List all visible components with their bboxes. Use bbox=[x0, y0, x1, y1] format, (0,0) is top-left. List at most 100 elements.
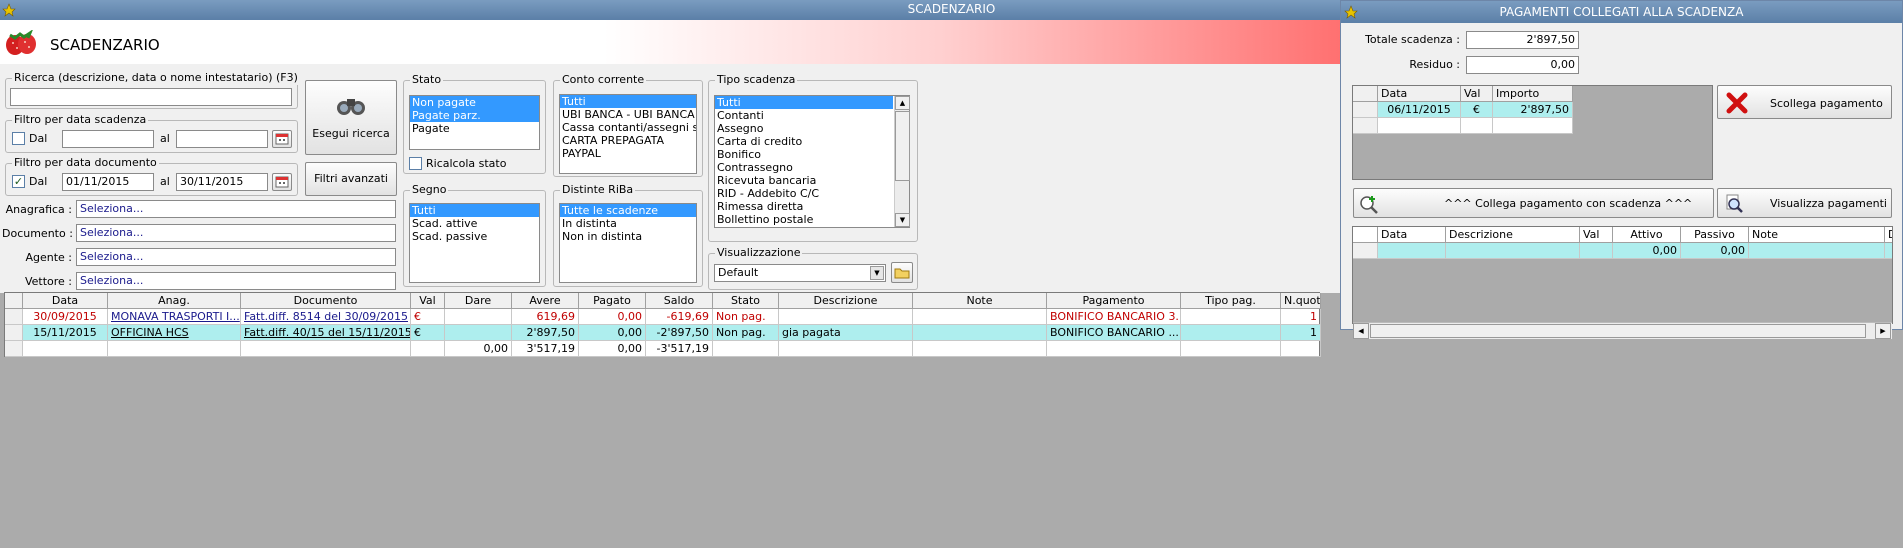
table-row[interactable]: 30/09/2015 MONAVA TRASPORTI I... Fatt.diff… bbox=[5, 309, 1321, 325]
scroll-left-icon[interactable]: ◀ bbox=[1353, 323, 1369, 339]
tipo-option[interactable]: RID - Addebito C/C bbox=[715, 187, 893, 200]
horizontal-scrollbar[interactable]: ◀ ▶ bbox=[1353, 322, 1892, 339]
due-to-input[interactable] bbox=[176, 130, 268, 148]
search-button[interactable]: Esegui ricerca bbox=[305, 80, 397, 155]
tipo-listbox[interactable]: Tutti Contanti Assegno Carta di credito Boni… bbox=[714, 95, 910, 228]
stato-option[interactable]: Non pagate bbox=[410, 96, 539, 109]
scroll-up-icon[interactable]: ▲ bbox=[895, 96, 910, 110]
scroll-thumb[interactable] bbox=[895, 111, 910, 181]
col-header-stato[interactable]: Stato bbox=[713, 293, 779, 309]
cell-documento[interactable]: Fatt.diff. 8514 del 30/09/2015 bbox=[241, 309, 411, 325]
col-header-dare[interactable]: Dare bbox=[445, 293, 512, 309]
tipo-option[interactable]: Contrassegno bbox=[715, 161, 893, 174]
payments-col-attivo[interactable]: Attivo bbox=[1613, 227, 1681, 243]
tipo-option[interactable]: Ricevuta bancaria bbox=[715, 174, 893, 187]
payments-row[interactable]: 0,00 0,00 bbox=[1353, 243, 1892, 259]
anagrafica-select[interactable]: Seleziona... bbox=[76, 200, 396, 218]
segno-option[interactable]: Scad. passive bbox=[410, 230, 539, 243]
linked-row[interactable]: 06/11/2015 €2'897,50 bbox=[1353, 102, 1573, 118]
doc-calendar-icon[interactable] bbox=[272, 173, 292, 191]
col-header-descrizione[interactable]: Descrizione bbox=[779, 293, 913, 309]
col-header-documento[interactable]: Documento bbox=[241, 293, 411, 309]
tipo-option[interactable]: Carta di credito bbox=[715, 135, 893, 148]
table-row[interactable]: 0,00 3'517,19 0,00 -3'517,19 bbox=[5, 341, 1321, 357]
payments-col-data[interactable]: Data bbox=[1378, 227, 1446, 243]
documento-select[interactable]: Seleziona... bbox=[76, 224, 396, 242]
payments-col-passivo[interactable]: Passivo bbox=[1681, 227, 1749, 243]
scroll-right-icon[interactable]: ▶ bbox=[1875, 323, 1891, 339]
linked-payments-grid[interactable]: Data Val Importo 06/11/2015 €2'897,50 bbox=[1352, 85, 1713, 180]
col-header-note[interactable]: Note bbox=[913, 293, 1047, 309]
due-date-checkbox[interactable] bbox=[12, 132, 25, 145]
payments-list-grid[interactable]: DataDescrizioneValAttivoPassivoNoteDa0,0… bbox=[1352, 226, 1893, 324]
payments-col-da[interactable]: Da bbox=[1885, 227, 1892, 243]
doc-from-input[interactable]: 01/11/2015 bbox=[62, 173, 154, 191]
distinte-option[interactable]: Non in distinta bbox=[560, 230, 696, 243]
stato-option[interactable]: Pagate parz. bbox=[410, 109, 539, 122]
col-header-val[interactable]: Val bbox=[411, 293, 445, 309]
linked-col-row-marker[interactable] bbox=[1353, 86, 1378, 102]
col-header-data[interactable]: Data bbox=[23, 293, 108, 309]
col-header-row-marker[interactable] bbox=[5, 293, 23, 309]
stato-option[interactable]: Pagate bbox=[410, 122, 539, 135]
conto-option[interactable]: Cassa contanti/assegni sede bbox=[560, 121, 696, 134]
folder-icon[interactable] bbox=[891, 262, 913, 283]
payments-col-row-marker[interactable] bbox=[1353, 227, 1378, 243]
segno-option[interactable]: Tutti bbox=[410, 204, 539, 217]
cell-documento[interactable] bbox=[241, 341, 411, 357]
tipo-option[interactable]: Assegno bbox=[715, 122, 893, 135]
tipo-option[interactable]: Tutti bbox=[715, 96, 893, 109]
recalc-checkbox[interactable] bbox=[409, 157, 422, 170]
segno-option[interactable]: Scad. attive bbox=[410, 217, 539, 230]
doc-date-checkbox[interactable]: ✓ bbox=[12, 175, 25, 188]
tipo-option[interactable]: Contanti bbox=[715, 109, 893, 122]
distinte-option[interactable]: In distinta bbox=[560, 217, 696, 230]
conto-option[interactable]: Tutti bbox=[560, 95, 696, 108]
vettore-select[interactable]: Seleziona... bbox=[76, 272, 396, 290]
segno-listbox[interactable]: Tutti Scad. attive Scad. passive bbox=[409, 203, 540, 283]
distinte-listbox[interactable]: Tutte le scadenze In distinta Non in disti… bbox=[559, 203, 697, 283]
tipo-option[interactable]: Rimessa diretta bbox=[715, 200, 893, 213]
conto-listbox[interactable]: Tutti UBI BANCA - UBI BANCA Cassa contanti… bbox=[559, 94, 697, 174]
linked-col-importo[interactable]: Importo bbox=[1493, 86, 1573, 102]
h-scroll-thumb[interactable] bbox=[1370, 324, 1866, 338]
visual-select[interactable]: Default ▼ bbox=[714, 264, 886, 282]
col-header-pagamento[interactable]: Pagamento bbox=[1047, 293, 1181, 309]
table-row[interactable]: 15/11/2015 OFFICINA HCS Fatt.diff. 40/15 d… bbox=[5, 325, 1321, 341]
unlink-payment-button[interactable]: Scollega pagamento bbox=[1717, 85, 1892, 119]
cell-anag[interactable]: MONAVA TRASPORTI I... bbox=[108, 309, 241, 325]
conto-option[interactable]: PAYPAL bbox=[560, 147, 696, 160]
conto-option[interactable]: CARTA PREPAGATA bbox=[560, 134, 696, 147]
col-header-saldo[interactable]: Saldo bbox=[646, 293, 713, 309]
linked-cell-val: € bbox=[1461, 102, 1493, 118]
due-from-input[interactable] bbox=[62, 130, 154, 148]
cell-anag[interactable] bbox=[108, 341, 241, 357]
col-header-tipo-pag[interactable]: Tipo pag. bbox=[1181, 293, 1281, 309]
due-calendar-icon[interactable] bbox=[272, 130, 292, 148]
payments-col-descrizione[interactable]: Descrizione bbox=[1446, 227, 1580, 243]
stato-listbox[interactable]: Non pagate Pagate parz. Pagate bbox=[409, 95, 540, 150]
doc-to-input[interactable]: 30/11/2015 bbox=[176, 173, 268, 191]
scadenze-table[interactable]: Data Anag. Documento Val Dare Avere Pagato Sald… bbox=[4, 292, 1321, 357]
link-payment-button[interactable]: ^^^ Collega pagamento con scadenza ^^^ bbox=[1353, 188, 1714, 218]
col-header-pagato[interactable]: Pagato bbox=[579, 293, 646, 309]
cell-documento[interactable]: Fatt.diff. 40/15 del 15/11/2015 bbox=[241, 325, 411, 341]
payments-col-note[interactable]: Note bbox=[1749, 227, 1885, 243]
view-payments-button[interactable]: Visualizza pagamenti bbox=[1717, 188, 1892, 218]
tipo-option[interactable]: Bonifico bbox=[715, 148, 893, 161]
linked-col-data[interactable]: Data bbox=[1378, 86, 1461, 102]
agente-select[interactable]: Seleziona... bbox=[76, 248, 396, 266]
col-header-avere[interactable]: Avere bbox=[512, 293, 579, 309]
advanced-filters-button[interactable]: Filtri avanzati bbox=[305, 162, 397, 196]
cell-anag[interactable]: OFFICINA HCS bbox=[108, 325, 241, 341]
col-header-n-quota[interactable]: N.quota bbox=[1281, 293, 1321, 309]
col-header-anag[interactable]: Anag. bbox=[108, 293, 241, 309]
scroll-down-icon[interactable]: ▼ bbox=[895, 213, 910, 227]
tipo-scrollbar[interactable]: ▲ ▼ bbox=[894, 96, 910, 227]
payments-col-val[interactable]: Val bbox=[1580, 227, 1613, 243]
conto-option[interactable]: UBI BANCA - UBI BANCA bbox=[560, 108, 696, 121]
tipo-option[interactable]: Bollettino postale bbox=[715, 213, 893, 226]
linked-col-val[interactable]: Val bbox=[1461, 86, 1493, 102]
search-input[interactable] bbox=[10, 88, 292, 106]
distinte-option[interactable]: Tutte le scadenze bbox=[560, 204, 696, 217]
